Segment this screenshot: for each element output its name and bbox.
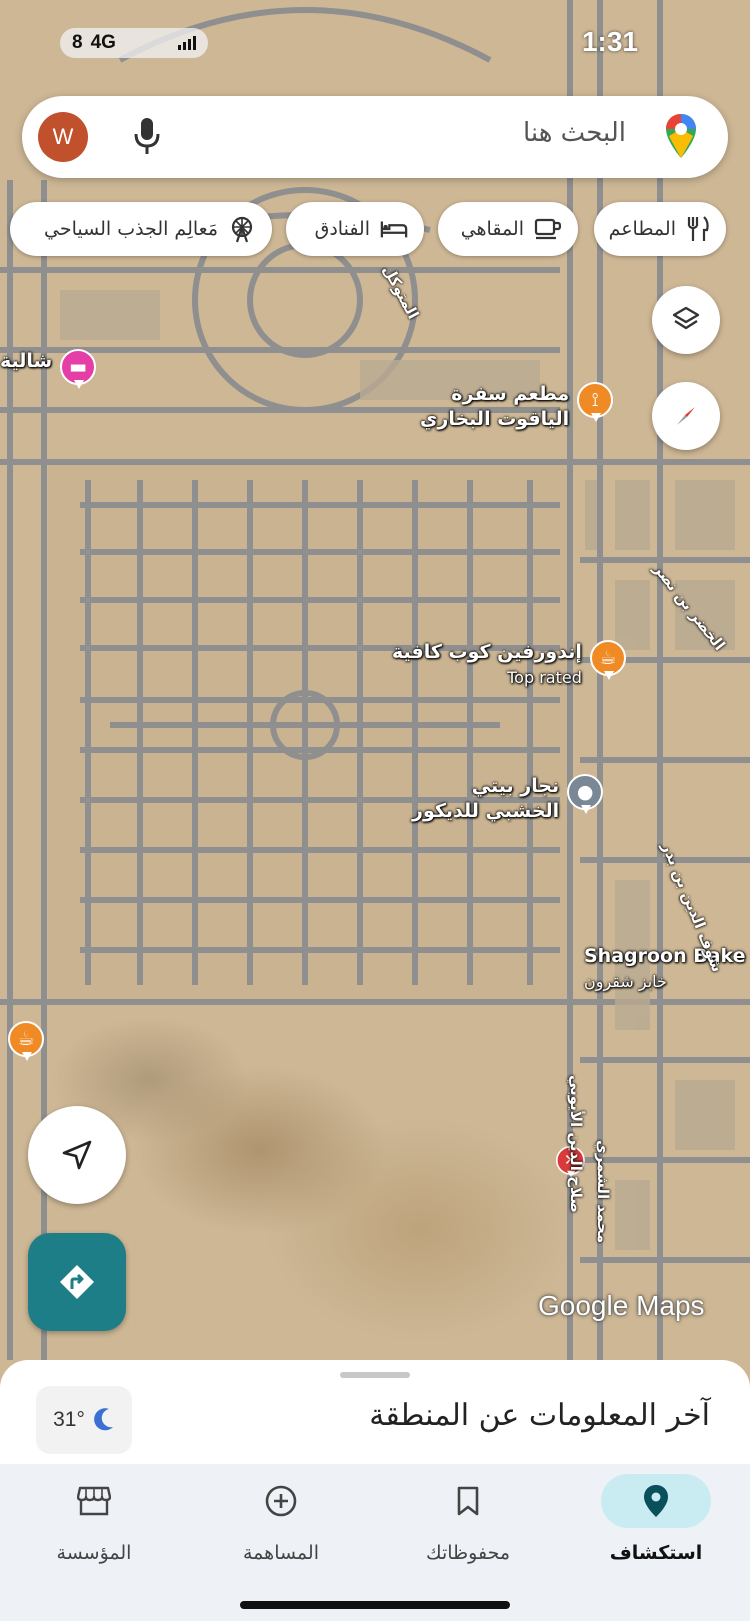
place-carpenter[interactable]: نجار بيتي الخشبي للديكور ● xyxy=(412,774,607,824)
navigation-arrow-icon xyxy=(62,1140,92,1170)
fork-knife-icon xyxy=(686,215,710,243)
status-bar: 8 4G 1:31 xyxy=(0,22,750,66)
street-label: صلاح الدين الأيوبي xyxy=(567,1075,585,1213)
layers-icon xyxy=(672,306,700,330)
layers-button[interactable] xyxy=(652,286,720,354)
ferris-wheel-icon xyxy=(228,215,256,243)
nav-label: المساهمة xyxy=(243,1542,319,1564)
cafe-pin-icon[interactable]: ☕ xyxy=(8,1021,48,1065)
place-cafe-label: إندورفين كوب كافية Top rated xyxy=(392,641,582,687)
nav-explore[interactable]: استكشاف xyxy=(562,1474,750,1584)
place-restaurant-label: مطعم سفرة الياقوت البخاري xyxy=(420,383,570,430)
avatar[interactable]: W xyxy=(38,112,88,162)
battery-level: 8 xyxy=(72,32,83,53)
nav-label: محفوظاتك xyxy=(425,1542,511,1564)
place-cafe[interactable]: إندورفين كوب كافية Top rated ☕ xyxy=(392,640,630,690)
compass-icon xyxy=(677,407,695,425)
search-input[interactable]: البحث هنا xyxy=(523,118,626,148)
add-circle-icon xyxy=(265,1485,297,1517)
coffee-cup-icon xyxy=(534,215,562,243)
place-cafe-left[interactable]: ☕ xyxy=(8,1021,48,1065)
home-indicator xyxy=(240,1601,510,1609)
chip-hotels[interactable]: الفنادق xyxy=(286,202,424,256)
place-chalet-label: شالية xyxy=(0,350,53,372)
chip-attractions[interactable]: مَعالِم الجذب السياحي xyxy=(10,202,272,256)
moon-icon xyxy=(94,1408,113,1431)
sheet-title: آخر المعلومات عن المنطقة xyxy=(369,1398,710,1433)
directions-button[interactable] xyxy=(28,1233,126,1331)
call-status-pill: 8 4G xyxy=(60,28,208,58)
temperature: 31° xyxy=(53,1408,85,1431)
storefront-icon xyxy=(77,1486,111,1516)
chip-cafes[interactable]: المقاهي xyxy=(438,202,578,256)
hotel-pin-icon[interactable]: ▬ xyxy=(60,349,100,393)
nav-contribute[interactable]: المساهمة xyxy=(187,1474,375,1584)
nav-label: المؤسسة xyxy=(56,1542,132,1564)
chip-label: المطاعم xyxy=(608,218,676,240)
generic-place-pin-icon[interactable]: ● xyxy=(567,774,607,818)
google-maps-pin-icon xyxy=(666,114,696,158)
chip-label: الفنادق xyxy=(314,218,370,240)
bed-icon xyxy=(380,215,408,243)
bottom-navigation: استكشاف محفوظاتك المساهمة المؤسسة xyxy=(0,1464,750,1621)
place-restaurant[interactable]: مطعم سفرة الياقوت البخاري ⟟ xyxy=(420,382,617,432)
nav-business[interactable]: المؤسسة xyxy=(0,1474,188,1584)
location-pin-icon xyxy=(644,1485,668,1517)
bookmark-icon xyxy=(457,1486,479,1516)
signal-icon xyxy=(178,36,196,50)
drag-handle[interactable] xyxy=(340,1372,410,1378)
google-maps-watermark: Google Maps xyxy=(538,1290,705,1321)
microphone-icon[interactable] xyxy=(132,116,162,156)
chip-restaurants[interactable]: المطاعم xyxy=(594,202,726,256)
nav-label: استكشاف xyxy=(609,1542,703,1564)
chip-label: المقاهي xyxy=(460,218,524,240)
carrier-label: 4G xyxy=(90,32,116,53)
nav-saved[interactable]: محفوظاتك xyxy=(374,1474,562,1584)
cafe-pin-icon[interactable]: ☕ xyxy=(589,640,630,684)
street-label: محمد الشمري xyxy=(594,1140,612,1244)
place-carpenter-label: نجار بيتي الخشبي للديكور xyxy=(412,775,560,822)
weather-chip[interactable]: 31° xyxy=(36,1386,132,1454)
search-bar[interactable]: W البحث هنا xyxy=(22,96,728,178)
my-location-button[interactable] xyxy=(28,1106,126,1204)
place-chalet[interactable]: شالية ▬ xyxy=(0,349,100,393)
directions-icon xyxy=(60,1265,94,1299)
compass-button[interactable] xyxy=(652,382,720,450)
clock: 1:31 xyxy=(581,26,638,57)
restaurant-pin-icon[interactable]: ⟟ xyxy=(577,382,617,426)
chip-label: مَعالِم الجذب السياحي xyxy=(44,218,218,240)
